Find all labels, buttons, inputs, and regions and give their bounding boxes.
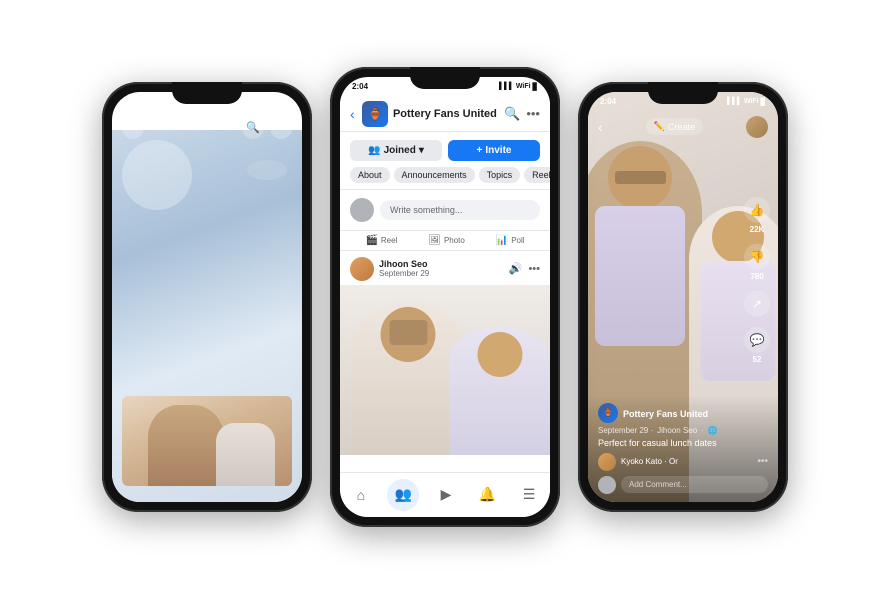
video-date-3: September 29 ·	[598, 426, 653, 435]
video-comment-row: Kyoko Kato · Or •••	[598, 453, 768, 471]
notch-2	[410, 67, 480, 89]
write-something-2: Write something...	[340, 190, 550, 231]
ph2-icons: 🔍 •••	[504, 106, 540, 122]
like-action[interactable]: 👍 22K	[744, 196, 770, 233]
tabs-2: About Announcements Topics Reels	[340, 161, 550, 190]
post-user-row-2: Jihoon Seo September 29 🔊 •••	[340, 257, 550, 285]
photo-action-2[interactable]: 🖼 Photo	[428, 235, 465, 246]
video-top-bar: ‹ ✏️ Create	[588, 110, 778, 144]
phone-3: 2:04 ▌▌▌ WiFi ▊ ‹ ✏️ Create	[578, 82, 788, 512]
nav-icons-1: 🔍 •••	[242, 117, 292, 139]
phone1-nav: ‹ 🔍 •••	[112, 112, 302, 144]
time-2: 2:04	[352, 82, 368, 91]
video-bottom-info: 🏺 Pottery Fans United September 29 · Jih…	[588, 395, 778, 502]
sound-icon-2[interactable]: 🔊	[509, 262, 523, 275]
signal-icons-1: ▌▌▌ WiFi ▊	[251, 98, 290, 106]
invite-btn-2[interactable]: + Invite	[448, 140, 540, 161]
share-icon[interactable]: ↗	[744, 290, 770, 316]
feed-post-2: Jihoon Seo September 29 🔊 •••	[340, 251, 550, 455]
back-btn-2[interactable]: ‹	[350, 106, 355, 122]
post-user-name-2: Jihoon Seo	[379, 259, 429, 269]
more-post-icon-2[interactable]: •••	[528, 263, 540, 275]
signal-icons-2: ▌▌▌ WiFi ▊	[499, 83, 538, 91]
video-caption: Perfect for casual lunch dates	[598, 438, 768, 448]
back-btn-3[interactable]: ‹	[598, 119, 603, 135]
tab-about-2[interactable]: About	[350, 167, 390, 183]
dislike-count: 780	[750, 271, 763, 280]
commenter-self-avatar	[598, 476, 616, 494]
nav-home-2[interactable]: ⌂	[346, 483, 376, 507]
tab-reels-2[interactable]: Reels	[524, 167, 550, 183]
action-buttons-2: 👥 Joined ▾ + Invite	[340, 140, 550, 161]
like-icon[interactable]: 👍	[744, 196, 770, 222]
comment-count: 52	[753, 354, 762, 363]
more-icon-2[interactable]: •••	[526, 106, 540, 122]
search-btn-1[interactable]: 🔍	[242, 117, 264, 139]
more-comment-icon[interactable]: •••	[757, 456, 768, 467]
reel-action-2[interactable]: 🎬 Reel	[365, 235, 397, 246]
comment-input-row: Add Comment...	[598, 476, 768, 494]
post-user-info-2: Jihoon Seo September 29	[350, 257, 429, 281]
joined-btn-2[interactable]: 👥 Joined ▾	[350, 140, 442, 161]
write-input-2[interactable]: Write something...	[380, 200, 540, 220]
time-1: 2:04	[124, 97, 140, 106]
ph2-title: 🏺 Pottery Fans United	[362, 101, 497, 127]
dislike-action[interactable]: 👎 780	[744, 243, 770, 280]
ph2-header: ‹ 🏺 Pottery Fans United 🔍 •••	[340, 97, 550, 132]
post-actions-2: 🎬 Reel 🖼 Photo 📊 Poll	[340, 231, 550, 251]
like-count: 22K	[750, 224, 765, 233]
video-right-actions: 👍 22K 👎 780 ↗ 💬 52	[744, 196, 770, 363]
user-avatar-2	[350, 198, 374, 222]
phone-1: 2:04 ▌▌▌ WiFi ▊ ‹ 🔍 ••• Pottery Fans Uni…	[102, 82, 312, 512]
comment-input[interactable]: Add Comment...	[621, 476, 768, 493]
video-user-3: Jihoon Seo	[657, 426, 697, 435]
dislike-icon[interactable]: 👎	[744, 243, 770, 269]
tab-topics-2[interactable]: Topics	[479, 167, 521, 183]
comment-count-action[interactable]: 💬 52	[744, 326, 770, 363]
more-btn-1[interactable]: •••	[270, 117, 292, 139]
back-btn-1[interactable]: ‹	[122, 117, 144, 139]
share-action[interactable]: ↗	[744, 290, 770, 316]
nav-groups-2[interactable]: 👥	[387, 479, 419, 511]
bottom-nav-2: ⌂ 👥 ▶ 🔔 ☰	[340, 472, 550, 517]
search-icon-2[interactable]: 🔍	[504, 106, 520, 122]
commenter-name: Kyoko Kato · Or	[621, 457, 678, 466]
nav-bell-2[interactable]: 🔔	[473, 483, 503, 507]
phone-2: 2:04 ▌▌▌ WiFi ▊ ‹ 🏺 Pottery Fans United …	[330, 67, 560, 527]
post-date-2: September 29	[379, 269, 429, 278]
create-btn[interactable]: ✏️ Create	[646, 118, 703, 135]
user-avatar-3[interactable]	[746, 116, 768, 138]
notch-1	[172, 82, 242, 104]
ph2-group-icon: 🏺	[362, 101, 388, 127]
signal-icons-3: ▌▌▌ WiFi ▊	[727, 98, 766, 106]
poll-action-2[interactable]: 📊 Poll	[496, 235, 525, 246]
post-image-1	[122, 396, 292, 486]
video-group-row: 🏺 Pottery Fans United	[598, 403, 768, 423]
comment-icon[interactable]: 💬	[744, 326, 770, 352]
time-3: 2:04	[600, 97, 616, 106]
commenter-avatar	[598, 453, 616, 471]
notch-3	[648, 82, 718, 104]
tab-announcements-2[interactable]: Announcements	[394, 167, 475, 183]
video-group-avatar: 🏺	[598, 403, 618, 423]
post-image-2	[340, 285, 550, 455]
post-avatar-2	[350, 257, 374, 281]
video-overlay: 2:04 ▌▌▌ WiFi ▊ ‹ ✏️ Create	[588, 92, 778, 502]
group-name-2: Pottery Fans United	[393, 108, 497, 120]
nav-menu-2[interactable]: ☰	[514, 483, 544, 507]
nav-watch-2[interactable]: ▶	[431, 483, 461, 507]
video-group-name: Pottery Fans United	[623, 409, 708, 419]
